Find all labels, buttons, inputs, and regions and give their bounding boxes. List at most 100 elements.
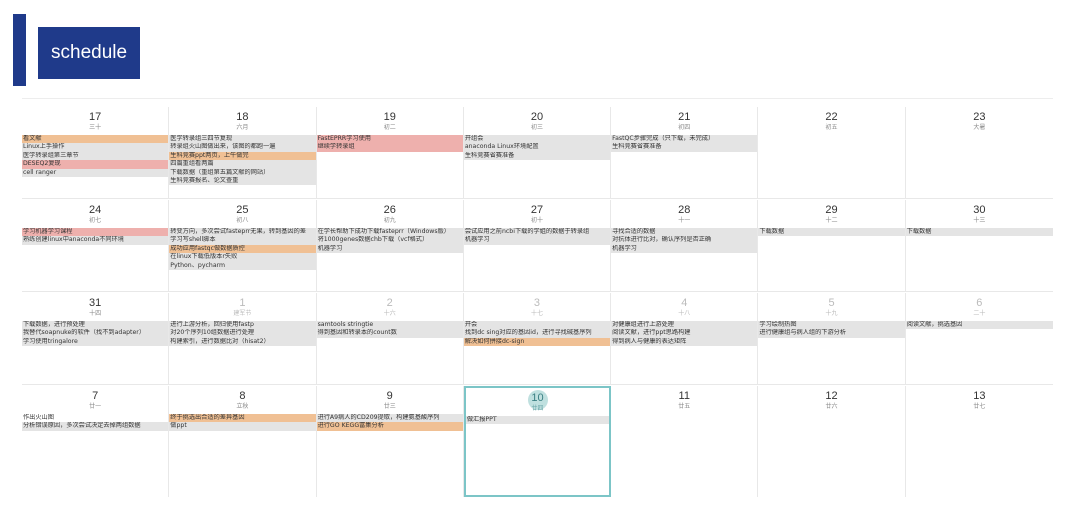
event-item[interactable]: 机器学习 [463,236,611,245]
calendar-day[interactable]: 5 十九 学习绘制热图 进行健康组与病人组的下游分析 [758,293,906,384]
event-item[interactable]: 构建索引，进行数据比对（hisat2） [169,337,316,347]
calendar-day[interactable]: 17 三十 看文献 Linux上手操作 医学转录组第三章节 DESEQ2复现 cell ra… [22,107,170,198]
event-item[interactable]: Linux上手操作 [22,143,169,152]
event-item[interactable]: 学习绘制热图 [758,321,905,330]
event-item[interactable]: 做ppt [169,422,316,431]
calendar-day[interactable]: 11 廿五 [611,386,759,497]
event-item[interactable]: anaconda Linux环境配置 [463,143,611,152]
event-item[interactable]: 进行GO KEGG富集分析 [316,422,463,431]
event-item[interactable]: 对健康组进行上游处理 [611,321,758,330]
event-item[interactable]: FastEPRR学习使用 [316,135,463,144]
event-item[interactable]: 学习机器学习课程 [22,228,169,237]
event-item[interactable]: 得到基因和转录本的count数 [316,329,463,338]
event-item[interactable]: FastQC步骤完成（只下载，未完成） [611,135,758,144]
calendar-day[interactable]: 25 初八 转变方向，多次尝试fasteprr无果，转到基因的差 学习写shell脚本… [169,200,317,291]
event-item[interactable]: 医学转录组三四节复现 [169,135,316,144]
calendar-day[interactable]: 7 廿一 作出火山图 分析错误原因，多次尝试决定去掉两组数据 [22,386,170,497]
event-item[interactable]: 终于挑选出合适的差异基因 [169,414,316,423]
lunar-date: 六月 [236,124,249,131]
event-item[interactable]: 阅读文献，挑选基因 [905,321,1053,330]
event-item[interactable]: 对抗体进行比对，确认序列是否正确 [611,236,758,245]
event-item[interactable]: 生科竞赛报名、论文查重 [169,176,316,186]
calendar-day[interactable]: 8 立秋 终于挑选出合适的差异基因 做ppt [169,386,317,497]
event-item[interactable]: 生科竞赛省赛准备 [611,143,758,152]
event-item[interactable]: 寻找合适的数据 [611,228,758,237]
event-item[interactable]: 四篇重组看两篇 [169,160,316,169]
calendar-day[interactable]: 27 初十 尝试应用之前ncbi下载的学姐的数据于转录组 机器学习 [463,200,612,291]
event-item[interactable]: 下载数据 [758,228,905,237]
calendar-day[interactable]: 3 十七 开会 找到dc sing对应的基因id，进行寻找碱基序列 解决如何拼接dc-s… [463,293,612,384]
lunar-date: 十一 [678,217,691,224]
event-item[interactable]: 学习使用tringalore [22,337,169,347]
calendar-day[interactable]: 2 十六 samtools stringtie 得到基因和转录本的count数 [316,293,464,384]
day-number: 22 [825,111,838,123]
event-item[interactable]: Python、pycharm [169,261,316,270]
event-item[interactable]: 生科竞赛ppt两页，上午做完 [169,151,316,161]
calendar-day[interactable]: 12 廿六 [758,386,906,497]
event-item[interactable]: 下载数据 [905,228,1053,237]
calendar-day[interactable]: 13 廿七 [906,386,1053,497]
event-item[interactable]: 开组会 [463,135,611,144]
event-item[interactable]: 阅读文献，进行ppt思路构建 [611,329,758,338]
event-item[interactable]: 尝试应用之前ncbi下载的学姐的数据于转录组 [463,228,611,237]
calendar-day[interactable]: 26 初九 在学长帮助下成功下载fasteprr（Windows版） 将1000gen… [316,200,464,291]
calendar-day[interactable]: 18 六月 医学转录组三四节复现 转录组火山图做出来，该图的都跑一遍 生科竞赛ppt两页… [169,107,317,198]
event-item[interactable]: 解决如何拼接dc-sign [463,337,611,347]
event-item[interactable]: 我替代soapnuke的软件（找不到adapter） [22,329,169,338]
event-item[interactable]: 看文献 [22,135,169,144]
event-item[interactable]: 对20个序列10组数据进行处理 [169,329,316,338]
event-item[interactable]: 转变方向，多次尝试fasteprr无果，转到基因的差 [169,228,316,237]
event-item[interactable]: 进行A9病人的CD209提取，构建氨基酸序列 [316,414,463,423]
calendar-week: 7 廿一 作出火山图 分析错误原因，多次尝试决定去掉两组数据 8 立秋 终于挑选出合适的差异… [22,386,1053,497]
calendar-day[interactable]: 30 十三 下载数据 [905,200,1053,291]
event-item[interactable]: 进行上游分析，回归使用fastp [169,321,316,330]
calendar-day[interactable]: 29 十二 下载数据 [758,200,906,291]
event-item[interactable]: 得到病人与健康的表达矩阵 [611,337,758,347]
event-item[interactable]: cell ranger [22,168,169,177]
event-item[interactable]: 医学转录组第三章节 [22,151,169,161]
lunar-date: 初九 [383,217,396,224]
event-item[interactable]: 生科竞赛省赛准备 [463,151,611,161]
calendar-day[interactable]: 22 初五 [758,107,906,198]
event-item[interactable]: 做汇报PPT [465,416,610,425]
event-item[interactable]: 分析错误原因，多次尝试决定去掉两组数据 [22,422,169,431]
event-item[interactable]: 下载数据（重组第五篇文献的网站） [169,168,316,177]
calendar-day[interactable]: 24 初七 学习机器学习课程 熟练创建linux中anaconda不同环境 [22,200,170,291]
event-item[interactable]: samtools stringtie [316,321,463,330]
calendar-day[interactable]: 19 初二 FastEPRR学习使用 继续学转录组 [316,107,464,198]
event-item[interactable]: 下载数据，进行预处理 [22,321,169,330]
calendar-day[interactable]: 4 十八 对健康组进行上游处理 阅读文献，进行ppt思路构建 得到病人与健康的表达矩阵 [611,293,759,384]
calendar-day-today[interactable]: 10 廿四 做汇报PPT [463,386,612,497]
calendar-day[interactable]: 1 建军节 进行上游分析，回归使用fastp 对20个序列10组数据进行处理 构建索引，… [169,293,317,384]
event-list: 尝试应用之前ncbi下载的学姐的数据于转录组 机器学习 [463,228,611,245]
event-item[interactable]: DESEQ2复现 [22,160,169,169]
calendar-day[interactable]: 23 大暑 [906,107,1053,198]
calendar-day[interactable]: 6 二十 阅读文献，挑选基因 [905,293,1053,384]
calendar-day[interactable]: 21 初四 FastQC步骤完成（只下载，未完成） 生科竞赛省赛准备 [611,107,759,198]
event-item[interactable]: 机器学习 [611,244,758,254]
calendar-day[interactable]: 31 十四 下载数据，进行预处理 我替代soapnuke的软件（找不到adapter）… [22,293,170,384]
event-item[interactable]: 将1000genes数据chb下载（vcf格式） [316,236,463,245]
event-item[interactable]: 作出火山图 [22,414,168,422]
event-item[interactable]: 在linux下载低版本r失败 [169,253,316,262]
day-number: 13 [973,390,986,402]
event-item[interactable]: 继续学转录组 [316,143,463,152]
calendar-day[interactable]: 9 廿三 进行A9病人的CD209提取，构建氨基酸序列 进行GO KEGG富集分析 [316,386,464,497]
event-item[interactable]: 熟练创建linux中anaconda不同环境 [22,236,169,245]
day-number: 8 [239,390,246,402]
event-item[interactable]: 找到dc sing对应的基因id，进行寻找碱基序列 [463,329,611,338]
event-item[interactable]: 转录组火山图做出来，该图的都跑一遍 [169,143,316,152]
event-list: 医学转录组三四节复现 转录组火山图做出来，该图的都跑一遍 生科竞赛ppt两页，上午做… [169,135,316,186]
calendar-day[interactable]: 28 十一 寻找合适的数据 对抗体进行比对，确认序列是否正确 机器学习 [611,200,759,291]
event-item[interactable]: 在学长帮助下成功下载fasteprr（Windows版） [316,228,463,237]
day-number: 25 [236,204,249,216]
calendar-day[interactable]: 20 初三 开组会 anaconda Linux环境配置 生科竞赛省赛准备 [463,107,612,198]
lunar-date: 初七 [89,217,102,224]
event-item[interactable]: 成功应用fastqc做数据质控 [169,244,316,254]
event-item[interactable]: 开会 [463,321,611,330]
page-title: schedule [38,27,140,79]
day-number: 5 [828,297,835,309]
event-item[interactable]: 进行健康组与病人组的下游分析 [758,329,905,338]
event-item[interactable]: 机器学习 [316,244,463,254]
event-item[interactable]: 学习写shell脚本 [169,236,316,245]
